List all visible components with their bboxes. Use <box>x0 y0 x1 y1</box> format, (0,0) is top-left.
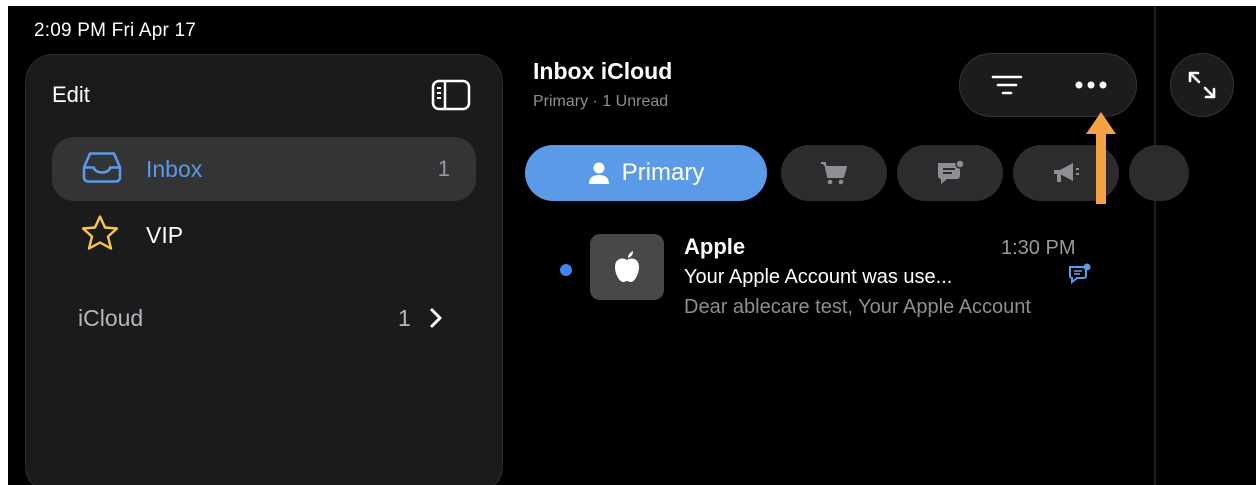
unread-indicator <box>560 264 572 276</box>
page-subtitle: Primary · 1 Unread <box>533 93 669 110</box>
message-sender: Apple <box>684 234 746 259</box>
more-button[interactable] <box>1056 54 1126 116</box>
sidebar-item-vip[interactable]: VIP <box>52 203 476 267</box>
chat-bubble-icon <box>938 159 965 184</box>
sidebar-toggle-button[interactable] <box>431 79 471 116</box>
apple-logo-icon <box>615 251 639 282</box>
page-title: Inbox iCloud <box>533 58 673 84</box>
expand-arrows-icon <box>1188 71 1216 99</box>
status-bar-time: 2:09 PM Fri Apr 17 <box>34 20 197 41</box>
filter-chip-label: Primary <box>621 159 705 186</box>
sidebar-item-inbox[interactable]: Inbox 1 <box>52 137 476 201</box>
message-time: 1:30 PM <box>1001 237 1076 259</box>
sidebar-item-label: Inbox <box>146 155 203 182</box>
filter-chip-primary[interactable]: Primary <box>525 145 767 201</box>
person-icon <box>588 162 609 184</box>
sender-avatar <box>590 234 664 300</box>
filter-chip-partial[interactable] <box>1129 145 1189 201</box>
filter-button[interactable] <box>972 54 1042 116</box>
cart-icon <box>821 162 847 185</box>
account-icloud[interactable]: iCloud <box>78 305 143 332</box>
tray-icon <box>80 150 124 189</box>
annotation-arrow-icon <box>1084 110 1118 211</box>
ellipsis-icon <box>1075 81 1107 89</box>
sidebar: Edit Inbox 1 VIP iCloud 1 <box>25 54 503 485</box>
expand-button[interactable] <box>1170 53 1234 117</box>
mail-screen: 2:09 PM Fri Apr 17 Edit Inbox 1 VIP iClo… <box>8 6 1256 485</box>
megaphone-icon <box>1054 163 1079 182</box>
inbox-count: 1 <box>437 156 450 181</box>
account-count: 1 <box>398 305 411 331</box>
message-preview: Dear ablecare test, Your Apple Account <box>684 296 1031 318</box>
edit-button[interactable]: Edit <box>52 82 90 108</box>
filter-chip-transactions[interactable] <box>897 145 1003 201</box>
filter-lines-icon <box>991 75 1023 95</box>
sidebar-icon <box>431 79 471 111</box>
chevron-right-icon[interactable] <box>428 307 444 334</box>
pane-divider <box>1154 6 1156 485</box>
filter-chip-shopping[interactable] <box>781 145 887 201</box>
toolbar <box>959 53 1137 117</box>
summary-bubble-icon <box>1068 263 1092 290</box>
message-subject: Your Apple Account was use... <box>684 266 953 288</box>
sidebar-item-label: VIP <box>146 221 184 248</box>
star-icon <box>80 214 120 257</box>
